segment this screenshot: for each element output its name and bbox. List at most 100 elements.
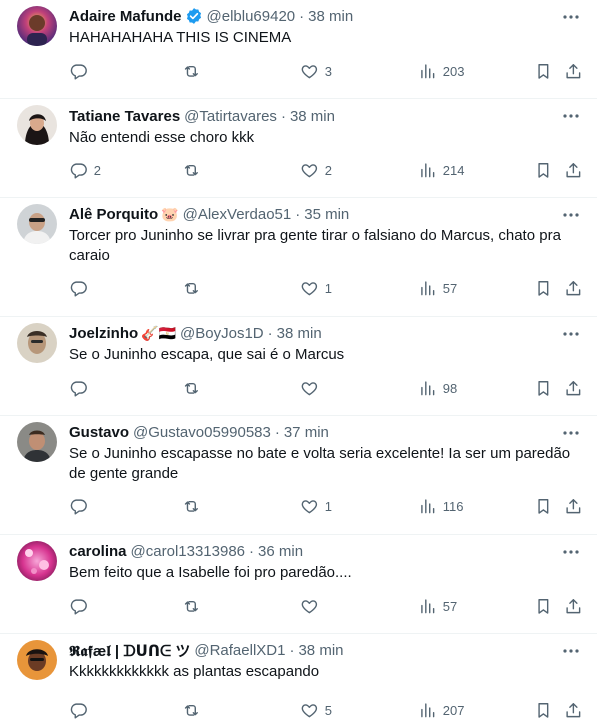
reply-button[interactable] — [69, 597, 94, 616]
views-count: 57 — [442, 598, 458, 614]
more-icon[interactable] — [561, 542, 581, 562]
timestamp[interactable]: 38 min — [308, 8, 353, 25]
views-button[interactable]: 57 — [418, 597, 457, 616]
avatar[interactable] — [17, 422, 57, 462]
display-name[interactable]: Adaire Mafunde — [69, 8, 182, 25]
user-handle[interactable]: @RafaellXD1 — [194, 642, 285, 659]
retweet-button[interactable] — [182, 279, 207, 298]
like-button[interactable]: 5 — [300, 701, 332, 720]
avatar[interactable] — [17, 204, 57, 244]
heart-icon — [301, 64, 318, 78]
bookmark-button[interactable] — [534, 62, 553, 81]
timestamp[interactable]: 36 min — [258, 543, 303, 560]
views-button[interactable]: 57 — [418, 279, 457, 298]
user-handle[interactable]: @carol13313986 — [131, 543, 245, 560]
timestamp[interactable]: 38 min — [277, 325, 322, 342]
views-count: 203 — [442, 63, 465, 79]
reply-icon — [70, 499, 87, 515]
retweet-button[interactable] — [182, 161, 207, 180]
timestamp[interactable]: 38 min — [298, 642, 343, 659]
like-count: 2 — [324, 162, 332, 178]
views-button[interactable]: 207 — [418, 701, 464, 720]
heart-icon — [301, 281, 318, 295]
more-icon[interactable] — [561, 106, 581, 126]
reply-tweet[interactable]: Joelzinho 🎸🇪🇬 @BoyJos1D · 38 min Se o Ju… — [0, 317, 597, 416]
reply-tweet[interactable]: carolina @carol13313986 · 36 min Bem fei… — [0, 535, 597, 634]
timestamp[interactable]: 37 min — [284, 424, 329, 441]
bookmark-button[interactable] — [534, 279, 553, 298]
bookmark-button[interactable] — [534, 701, 553, 720]
reply-button[interactable] — [69, 701, 94, 720]
avatar[interactable] — [17, 640, 57, 680]
separator-dot: · — [289, 641, 295, 659]
retweet-button[interactable] — [182, 379, 207, 398]
user-handle[interactable]: @elblu69420 — [207, 8, 296, 25]
retweet-button[interactable] — [182, 62, 207, 81]
display-name[interactable]: Joelzinho — [69, 325, 138, 342]
views-button[interactable]: 98 — [418, 379, 457, 398]
bookmark-button[interactable] — [534, 161, 553, 180]
reply-tweet[interactable]: Adaire Mafunde @elblu69420 · 38 min HAHA… — [0, 0, 597, 99]
reply-tweet[interactable]: 𝕽𝖆𝖋æ𝖑 | ᗪᑌᑎᕮ ツ @RafaellXD1 · 38 min Kkkk… — [0, 634, 597, 728]
display-name[interactable]: Tatiane Tavares — [69, 108, 180, 125]
share-button[interactable] — [564, 701, 583, 720]
share-button[interactable] — [564, 379, 583, 398]
retweet-button[interactable] — [182, 497, 207, 516]
user-handle[interactable]: @Gustavo05990583 — [133, 424, 271, 441]
share-button[interactable] — [564, 62, 583, 81]
share-button[interactable] — [564, 497, 583, 516]
timestamp[interactable]: 35 min — [304, 206, 349, 223]
avatar[interactable] — [17, 6, 57, 46]
user-handle[interactable]: @AlexVerdao51 — [183, 206, 292, 223]
like-button[interactable]: 1 — [300, 497, 332, 516]
retweet-button[interactable] — [182, 597, 207, 616]
reply-button[interactable] — [69, 379, 94, 398]
avatar[interactable] — [17, 323, 57, 363]
display-name[interactable]: Alê Porquito — [69, 206, 158, 223]
reply-button[interactable]: 2 — [69, 161, 101, 180]
reply-button[interactable] — [69, 62, 94, 81]
avatar[interactable] — [17, 105, 57, 145]
reply-tweet[interactable]: Gustavo @Gustavo05990583 · 37 min Se o J… — [0, 416, 597, 535]
views-button[interactable]: 214 — [418, 161, 464, 180]
like-button[interactable]: 2 — [300, 161, 332, 180]
timestamp[interactable]: 38 min — [290, 108, 335, 125]
bookmark-button[interactable] — [534, 379, 553, 398]
share-icon — [566, 280, 581, 295]
bookmark-button[interactable] — [534, 597, 553, 616]
more-icon[interactable] — [561, 641, 581, 661]
share-button[interactable] — [564, 597, 583, 616]
share-button[interactable] — [564, 279, 583, 298]
heart-icon — [301, 703, 318, 717]
views-button[interactable]: 203 — [418, 62, 464, 81]
bookmark-button[interactable] — [534, 497, 553, 516]
more-icon[interactable] — [561, 423, 581, 443]
like-button[interactable] — [300, 597, 325, 616]
avatar[interactable] — [17, 541, 57, 581]
tweet-text: Kkkkkkkkkkkkk as plantas escapando — [69, 663, 320, 680]
more-icon[interactable] — [561, 324, 581, 344]
user-handle[interactable]: @Tatirtavares — [184, 108, 277, 125]
reply-tweet[interactable]: Alê Porquito 🐷 @AlexVerdao51 · 35 min To… — [0, 198, 597, 317]
more-icon[interactable] — [561, 7, 581, 27]
like-button[interactable] — [300, 379, 325, 398]
views-count: 116 — [442, 498, 464, 514]
retweet-button[interactable] — [182, 701, 207, 720]
tweet-actions: 2 2 214 — [69, 160, 581, 180]
separator-dot: · — [295, 205, 301, 223]
share-button[interactable] — [564, 161, 583, 180]
reply-icon — [70, 703, 87, 719]
display-name[interactable]: Gustavo — [69, 424, 129, 441]
display-name[interactable]: 𝕽𝖆𝖋æ𝖑 | ᗪᑌᑎᕮ ツ — [69, 640, 190, 661]
like-button[interactable]: 3 — [300, 62, 332, 81]
views-button[interactable]: 116 — [418, 497, 463, 516]
like-button[interactable]: 1 — [300, 279, 332, 298]
reply-tweet[interactable]: Tatiane Tavares @Tatirtavares · 38 min N… — [0, 99, 597, 198]
display-name[interactable]: carolina — [69, 543, 127, 560]
name-emoji: 🎸🇪🇬 — [141, 324, 177, 341]
user-handle[interactable]: @BoyJos1D — [180, 325, 264, 342]
reply-button[interactable] — [69, 497, 94, 516]
views-icon — [421, 163, 435, 177]
more-icon[interactable] — [561, 205, 581, 225]
reply-button[interactable] — [69, 279, 94, 298]
